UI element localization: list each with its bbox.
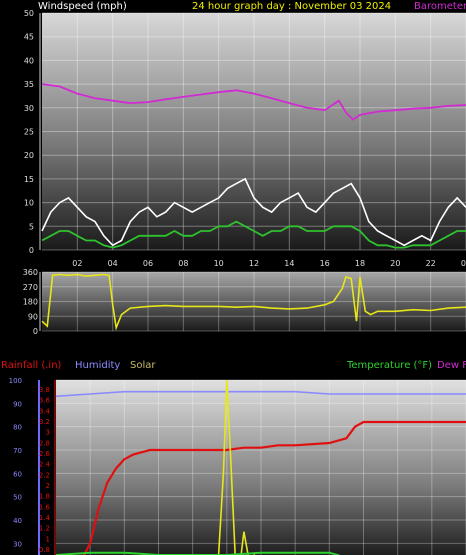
- wind-x-tick: 16: [320, 259, 330, 268]
- humidity-y-tick: 90: [13, 400, 22, 408]
- humidity-y-tick: 100: [9, 377, 22, 385]
- rainfall-y-tick: 3.4: [39, 407, 51, 415]
- weather-graph: Windspeed (mph) 24 hour graph day : Nove…: [1, 1, 466, 555]
- wind-y-tick: 5: [29, 222, 34, 231]
- legend-dewpoint: Dew F: [437, 360, 466, 371]
- direction-y-tick: 180: [23, 298, 38, 307]
- direction-y-tick: 90: [28, 312, 38, 321]
- wind-x-tick: 22: [426, 259, 436, 268]
- rainfall-y-tick: 2.6: [39, 450, 51, 458]
- rainfall-y-tick: 2.8: [39, 439, 50, 447]
- graph-title: 24 hour graph day : November 03 2024: [192, 1, 391, 12]
- wind-x-tick: 20: [390, 259, 400, 268]
- wind-x-tick: 14: [284, 259, 294, 268]
- humidity-y-tick: 40: [13, 517, 22, 525]
- rainfall-y-tick: 1.4: [39, 514, 51, 522]
- rainfall-y-tick: 0.8: [39, 546, 50, 554]
- wind-y-tick: 15: [24, 175, 34, 184]
- wind-y-tick: 10: [24, 199, 34, 208]
- wind-y-tick: 40: [24, 56, 34, 65]
- wind-y-tick: 50: [24, 9, 34, 18]
- humidity-y-tick: 70: [13, 447, 22, 455]
- rainfall-y-tick: 3: [46, 429, 50, 437]
- wind-y-tick: 35: [24, 80, 34, 89]
- wind-y-tick: 0: [29, 246, 34, 255]
- wind-x-tick: 04: [108, 259, 118, 268]
- rainfall-y-tick: 2: [46, 482, 50, 490]
- direction-y-tick: 360: [23, 268, 38, 277]
- windspeed-label: Windspeed (mph): [38, 1, 127, 12]
- wind-x-tick: 08: [178, 259, 188, 268]
- humidity-y-tick: 30: [13, 540, 22, 548]
- rainfall-y-tick: 2.2: [39, 471, 50, 479]
- wind-y-tick: 20: [24, 151, 34, 160]
- rainfall-y-tick: 2.4: [39, 461, 51, 469]
- legend-temperature: Temperature (°F): [346, 360, 432, 371]
- rainfall-y-tick: 3.2: [39, 418, 50, 426]
- legend-solar: Solar: [130, 360, 156, 371]
- rainfall-y-tick: 1: [46, 535, 50, 543]
- wind-x-tick: 06: [143, 259, 153, 268]
- rainfall-y-tick: 3.6: [39, 397, 51, 405]
- rainfall-y-tick: 1.8: [39, 493, 50, 501]
- wind-x-tick: 10: [214, 259, 224, 268]
- wind-x-tick: 00: [461, 259, 466, 268]
- rainfall-y-tick: 1.2: [39, 525, 50, 533]
- barometer-label: Barometer: [414, 1, 466, 12]
- wind-y-tick: 45: [24, 33, 34, 42]
- rainfall-y-tick: 1.6: [39, 503, 51, 511]
- humidity-y-tick: 60: [13, 470, 22, 478]
- wind-y-tick: 30: [24, 104, 34, 113]
- humidity-y-tick: 80: [13, 424, 22, 432]
- direction-y-tick: 270: [23, 283, 38, 292]
- wind-x-tick: 12: [249, 259, 259, 268]
- legend-rainfall: Rainfall (.in): [1, 360, 62, 371]
- legend-humidity: Humidity: [75, 360, 120, 371]
- wind-x-tick: 02: [72, 259, 82, 268]
- humidity-y-tick: 50: [13, 494, 22, 502]
- rainfall-y-tick: 3.8: [39, 386, 50, 394]
- direction-y-tick: 0: [33, 327, 38, 336]
- wind-y-tick: 25: [24, 128, 34, 137]
- wind-x-tick: 18: [355, 259, 365, 268]
